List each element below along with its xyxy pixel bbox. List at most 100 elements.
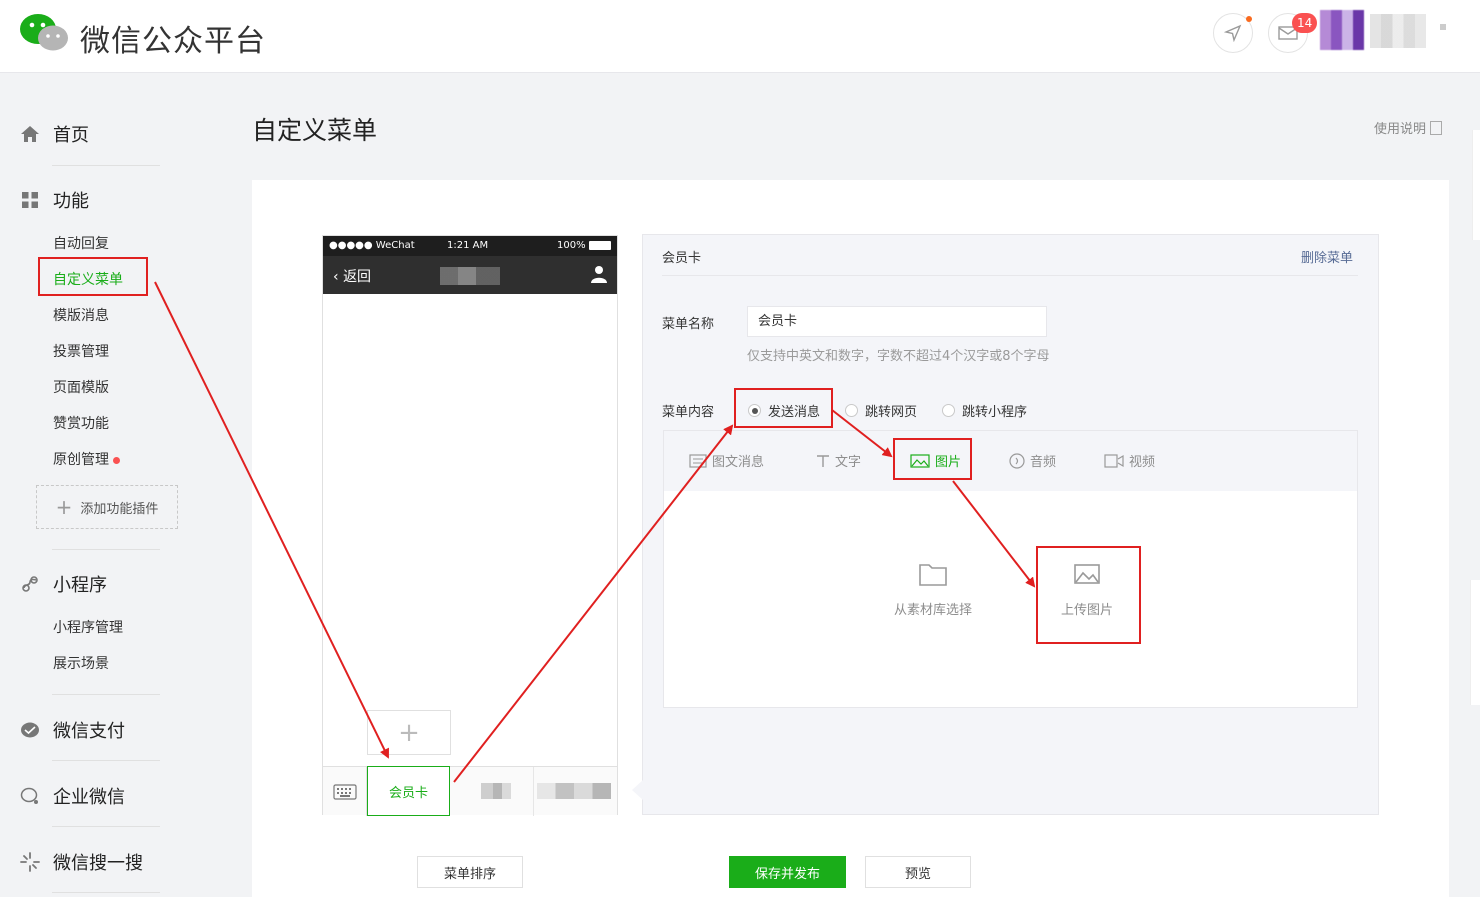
annotation-box-upload (1036, 546, 1141, 644)
account-name-blurred[interactable] (1370, 14, 1426, 48)
menu-item-membership-card[interactable]: 会员卡 (367, 766, 450, 816)
tab-label: 文字 (835, 455, 862, 470)
brand-title[interactable]: 微信公众平台 (80, 16, 266, 60)
divider (52, 826, 160, 827)
sidebar-group-wechat-pay[interactable]: 微信支付 (20, 717, 125, 743)
sidebar-group-search[interactable]: 微信搜一搜 (20, 849, 143, 875)
tab-video[interactable]: 视频 (1104, 451, 1155, 470)
sidebar-item-label: 原创管理 (53, 452, 109, 468)
avatar[interactable] (1320, 10, 1364, 50)
top-bar: 微信公众平台 14 (0, 0, 1480, 73)
sidebar-item-auto-reply[interactable]: 自动回复 (53, 233, 109, 253)
save-publish-button[interactable]: 保存并发布 (729, 856, 846, 888)
sidebar-group-label: 微信搜一搜 (53, 853, 143, 874)
sidebar-group-miniprogram[interactable]: 小程序 (20, 571, 107, 597)
sidebar-item-template-message[interactable]: 模版消息 (53, 305, 109, 325)
divider (52, 892, 160, 893)
tab-audio[interactable]: 音频 (1009, 451, 1056, 470)
menu-name-label: 菜单名称 (662, 317, 715, 332)
notification-dot (1246, 16, 1252, 22)
menu-content-label: 菜单内容 (662, 405, 715, 420)
sidebar-item-home[interactable]: 首页 (20, 121, 89, 147)
keyboard-icon[interactable] (323, 767, 367, 816)
text-icon (816, 454, 830, 468)
phone-menu-bar: 会员卡 (323, 766, 617, 816)
sidebar-group-features[interactable]: 功能 (20, 187, 89, 213)
back-label: 返回 (343, 269, 372, 285)
send-icon (1224, 24, 1242, 42)
video-icon (1104, 453, 1124, 468)
time-label: 1:21 AM (447, 240, 489, 251)
battery-icon (589, 241, 611, 250)
delete-menu-link[interactable]: 删除菜单 (1301, 247, 1353, 266)
pick-label: 从素材库选择 (893, 603, 972, 618)
divider (662, 275, 1358, 276)
divider (52, 549, 160, 550)
radio-circle (845, 404, 858, 417)
annotation-box-image-tab (893, 438, 972, 480)
news-icon (689, 453, 707, 468)
sidebar-item-scenes[interactable]: 展示场景 (53, 653, 109, 673)
tab-label: 音频 (1030, 455, 1057, 470)
tab-label: 视频 (1129, 455, 1156, 470)
help-link[interactable]: 使用说明 (1374, 118, 1443, 137)
wechat-pay-icon (20, 720, 40, 740)
sidebar-item-vote[interactable]: 投票管理 (53, 341, 109, 361)
menu-separator (533, 767, 534, 816)
editor-title: 会员卡 (662, 251, 702, 266)
divider (52, 165, 160, 166)
add-plugin-button[interactable]: + 添加功能插件 (36, 485, 178, 529)
plus-icon: + (55, 495, 73, 519)
grid-icon (20, 190, 40, 210)
sidebar-group-label: 功能 (53, 191, 89, 212)
tab-text[interactable]: 文字 (816, 451, 861, 470)
wechat-logo-icon[interactable] (18, 12, 70, 54)
sidebar-item-original[interactable]: 原创管理 (53, 449, 120, 469)
right-edge-panel (1470, 580, 1480, 705)
divider (52, 694, 160, 695)
menu-name-input[interactable]: 会员卡 (747, 306, 1047, 337)
phone-status-bar: ●●●●● WeChat 1:21 AM 100% (323, 236, 617, 256)
phone-nav-bar: ‹ 返回 (323, 256, 617, 294)
add-submenu-button[interactable]: + (367, 710, 451, 755)
menu-name-hint: 仅支持中英文和数字，字数不超过4个汉字或8个字母 (747, 349, 1050, 364)
folder-icon (873, 561, 993, 587)
sidebar-item-page-template[interactable]: 页面模版 (53, 377, 109, 397)
account-menu-indicator[interactable] (1440, 24, 1446, 30)
sidebar-group-label: 小程序 (53, 575, 107, 596)
tab-news[interactable]: 图文消息 (689, 451, 764, 470)
message-content-box: 图文消息 文字 图片 音频 视频 从素材库选择 上传图片 (663, 430, 1358, 708)
phone-back-button[interactable]: ‹ 返回 (333, 266, 371, 286)
phone-preview: ●●●●● WeChat 1:21 AM 100% ‹ 返回 + 会员卡 (322, 235, 618, 816)
sidebar: 首页 功能 自动回复 自定义菜单 模版消息 投票管理 页面模版 赞赏功能 原创管… (0, 74, 200, 897)
radio-jump-webpage[interactable]: 跳转网页 (845, 401, 917, 420)
radio-label: 跳转网页 (865, 405, 918, 420)
select-from-library[interactable]: 从素材库选择 (873, 561, 993, 618)
annotation-box-custom-menu (38, 257, 148, 296)
plus-icon: + (398, 717, 420, 748)
account-name-blurred (440, 267, 500, 285)
mail-badge: 14 (1292, 13, 1318, 33)
sidebar-item-reward[interactable]: 赞赏功能 (53, 413, 109, 433)
preview-button[interactable]: 预览 (865, 856, 971, 888)
search-sparkle-icon (20, 852, 40, 872)
editor-pointer (632, 780, 643, 800)
page-title: 自定义菜单 (252, 116, 378, 145)
menu-sort-button[interactable]: 菜单排序 (417, 856, 523, 888)
tab-label: 图文消息 (712, 455, 765, 470)
radio-label: 跳转小程序 (962, 405, 1028, 420)
battery-label: 100% (557, 240, 586, 251)
carrier-label: ●●●●● WeChat (329, 240, 415, 251)
audio-icon (1009, 452, 1025, 469)
message-type-tabs: 图文消息 文字 图片 音频 视频 (664, 431, 1357, 491)
sidebar-group-work-wechat[interactable]: 企业微信 (20, 783, 125, 809)
chevron-left-icon: ‹ (333, 269, 344, 285)
user-icon[interactable] (591, 265, 607, 283)
sidebar-item-label: 首页 (53, 125, 89, 146)
menu-item-3-blurred[interactable] (537, 783, 611, 799)
right-edge-panel (1472, 130, 1480, 240)
radio-jump-miniprogram[interactable]: 跳转小程序 (942, 401, 1027, 420)
divider (52, 760, 160, 761)
menu-item-2-blurred[interactable] (481, 783, 511, 799)
sidebar-item-miniprogram-manage[interactable]: 小程序管理 (53, 617, 123, 637)
